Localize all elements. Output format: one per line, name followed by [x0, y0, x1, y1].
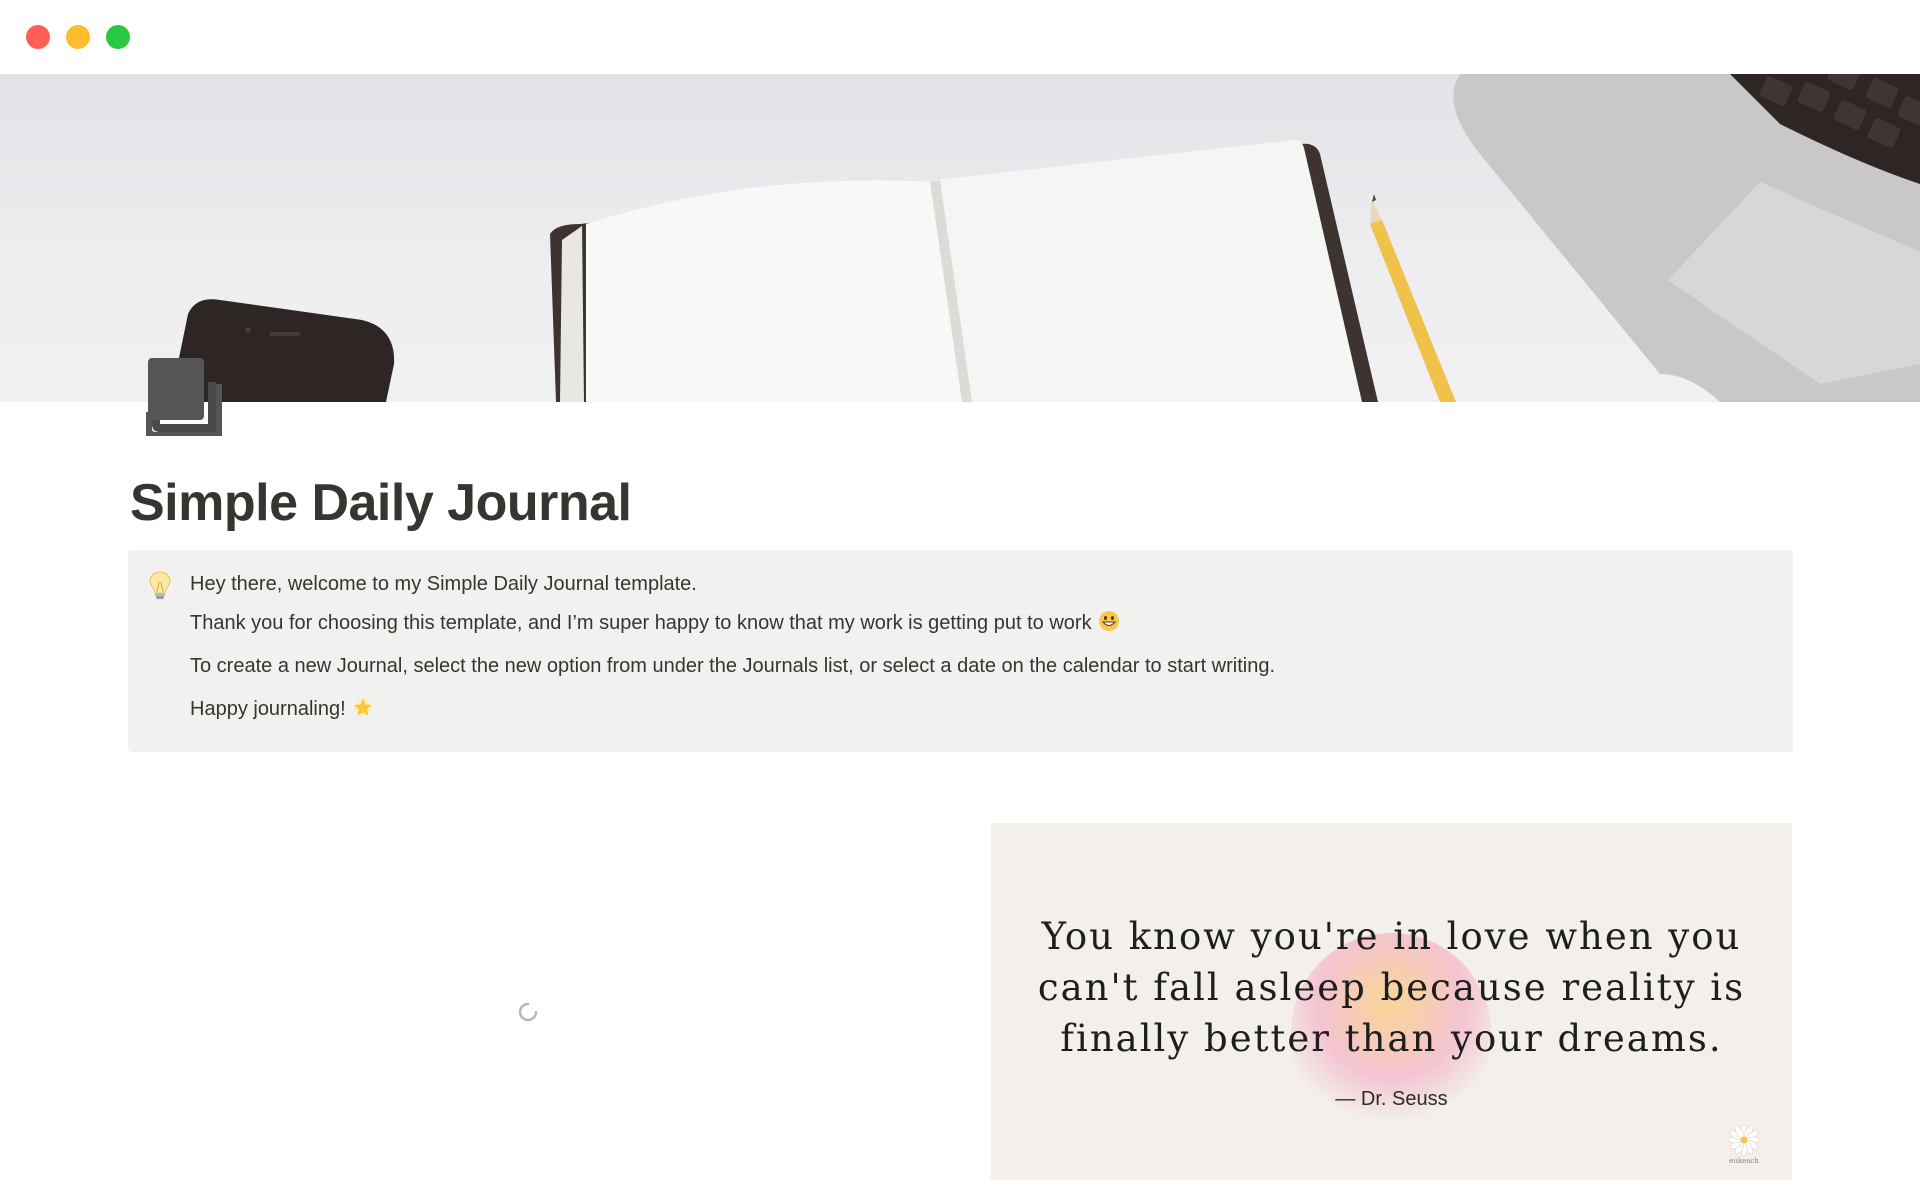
daisy-logo-icon: eukeach — [1721, 1123, 1767, 1169]
page-cover-image[interactable] — [0, 74, 1920, 402]
document-icon[interactable] — [144, 356, 224, 440]
welcome-callout: Hey there, welcome to my Simple Daily Jo… — [128, 550, 1793, 752]
callout-line-instructions: To create a new Journal, select the new … — [190, 655, 1276, 677]
callout-line-thanks-text: Thank you for choosing this template, an… — [190, 612, 1092, 634]
callout-line-welcome: Hey there, welcome to my Simple Daily Jo… — [190, 573, 697, 595]
callout-line-thanks: Thank you for choosing this template, an… — [190, 609, 1120, 640]
page-title[interactable]: Simple Daily Journal — [130, 468, 632, 538]
window-titlebar — [0, 0, 1920, 74]
quote-author: — Dr. Seuss — [1335, 1088, 1448, 1110]
callout-line-happy-text: Happy journaling! — [190, 698, 346, 720]
minimize-window-button[interactable] — [66, 25, 90, 49]
logo-caption: eukeach — [1729, 1157, 1759, 1165]
callout-line-happy: Happy journaling! — [190, 695, 374, 726]
glowing-star-icon — [352, 696, 374, 726]
maximize-window-button[interactable] — [106, 25, 130, 49]
light-bulb-icon — [148, 570, 172, 602]
desk-notebook-cover-illustration — [170, 74, 1920, 402]
quote-text: You know you're in love when you can't f… — [1037, 915, 1746, 1060]
grinning-face-icon — [1098, 610, 1120, 640]
close-window-button[interactable] — [26, 25, 50, 49]
quote-image-card[interactable]: You know you're in love when you can't f… — [991, 823, 1792, 1180]
loading-spinner-icon — [517, 1001, 539, 1023]
